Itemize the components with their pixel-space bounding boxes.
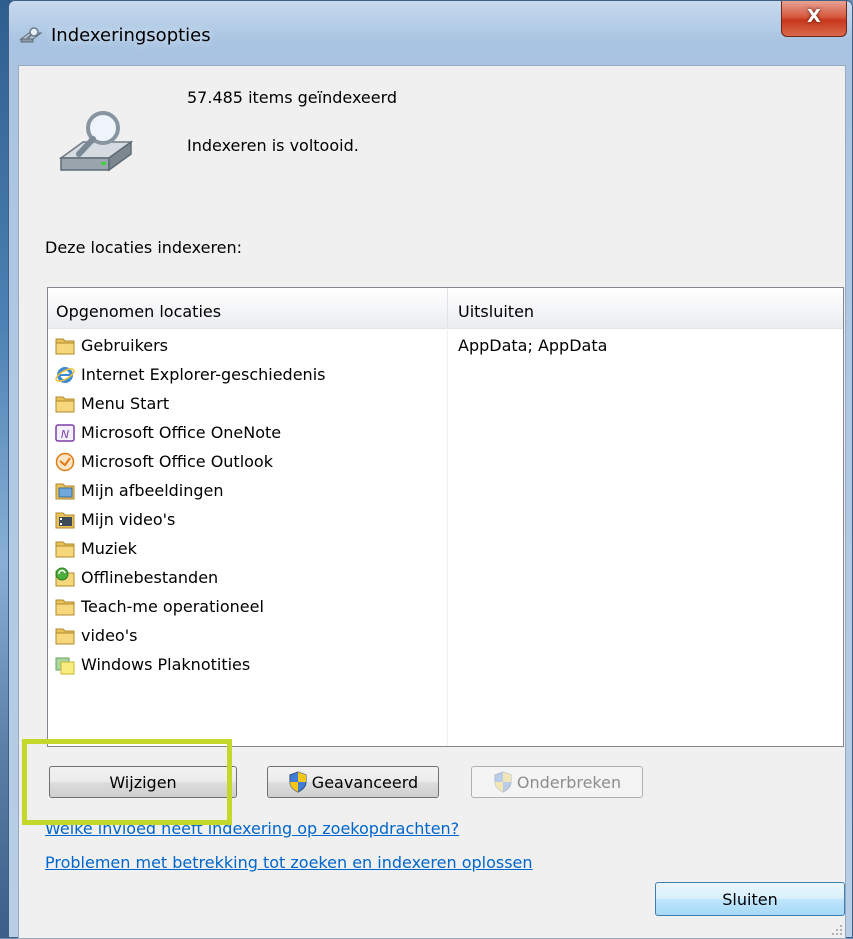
list-item[interactable]: video's	[48, 622, 843, 651]
location-label: Internet Explorer-geschiedenis	[81, 365, 326, 384]
location-label: Gebruikers	[81, 336, 169, 355]
location-label: Microsoft Office Outlook	[81, 452, 273, 471]
close-button-label: Sluiten	[722, 889, 778, 909]
uac-shield-icon	[494, 771, 512, 793]
locations-label: Deze locaties indexeren:	[45, 238, 243, 257]
location-label: Mijn afbeeldingen	[81, 481, 224, 500]
folder-icon	[55, 599, 75, 616]
list-item[interactable]: Mijn afbeeldingen	[48, 477, 843, 506]
location-label: Muziek	[81, 539, 137, 558]
location-label: Offlinebestanden	[81, 568, 219, 587]
exclude-value: AppData; AppData	[458, 336, 608, 355]
uac-shield-icon	[289, 771, 307, 793]
column-divider[interactable]	[447, 288, 448, 328]
pause-button[interactable]: Onderbreken	[471, 766, 643, 798]
column-header-included-locations[interactable]: Opgenomen locaties	[56, 302, 221, 321]
location-label: Windows Plaknotities	[81, 655, 251, 674]
list-item[interactable]: Gebruikers AppData; AppData	[48, 332, 843, 361]
list-item[interactable]: Microsoft Office Outlook	[48, 448, 843, 477]
onenote-icon: N	[55, 424, 75, 442]
location-label: Teach-me operationeel	[81, 597, 264, 616]
sticky-notes-icon	[55, 657, 75, 675]
close-window-button[interactable]: X	[781, 1, 847, 37]
close-button[interactable]: Sluiten	[655, 882, 845, 916]
list-item[interactable]: Teach-me operationeel	[48, 593, 843, 622]
list-item[interactable]: N Microsoft Office OneNote	[48, 419, 843, 448]
column-header-exclude[interactable]: Uitsluiten	[458, 302, 534, 321]
resize-grip-icon[interactable]	[829, 922, 843, 936]
indexed-drive-icon	[58, 111, 134, 172]
list-item[interactable]: Mijn video's	[48, 506, 843, 535]
pause-button-label: Onderbreken	[516, 772, 622, 792]
items-indexed-count: 57.485 items geïndexeerd	[187, 88, 398, 107]
window-title: Indexeringsopties	[51, 25, 211, 46]
outlook-icon	[55, 452, 75, 472]
svg-text:N: N	[61, 428, 69, 441]
title-bar[interactable]: Indexeringsopties X	[9, 1, 852, 65]
list-item[interactable]: Windows Plaknotities	[48, 651, 843, 680]
advanced-button-label: Geavanceerd	[311, 772, 419, 792]
pictures-folder-icon	[55, 483, 75, 500]
folder-icon	[55, 338, 75, 355]
folder-icon	[55, 628, 75, 645]
list-header: Opgenomen locaties Uitsluiten	[48, 288, 843, 329]
highlight-box	[22, 739, 232, 825]
list-item[interactable]: Internet Explorer-geschiedenis	[48, 361, 843, 390]
indexing-status: Indexeren is voltooid.	[187, 136, 359, 155]
list-item[interactable]: Offlinebestanden	[48, 564, 843, 593]
internet-explorer-icon	[55, 367, 75, 383]
list-item[interactable]: Muziek	[48, 535, 843, 564]
location-label: Menu Start	[81, 394, 170, 413]
list-rows: Gebruikers AppData; AppData Internet Explo…	[48, 332, 843, 680]
list-item[interactable]: Menu Start	[48, 390, 843, 419]
offline-files-icon	[55, 567, 75, 587]
troubleshoot-link[interactable]: Problemen met betrekking tot zoeken en i…	[45, 853, 533, 872]
videos-folder-icon	[55, 512, 75, 529]
indexed-locations-list[interactable]: Opgenomen locaties Uitsluiten Gebruikers…	[47, 287, 844, 747]
location-label: Mijn video's	[81, 510, 176, 529]
location-label: video's	[81, 626, 138, 645]
folder-icon	[55, 396, 75, 413]
folder-icon	[55, 541, 75, 558]
advanced-button[interactable]: Geavanceerd	[267, 766, 439, 798]
indexing-options-icon	[19, 27, 43, 43]
location-label: Microsoft Office OneNote	[81, 423, 282, 442]
